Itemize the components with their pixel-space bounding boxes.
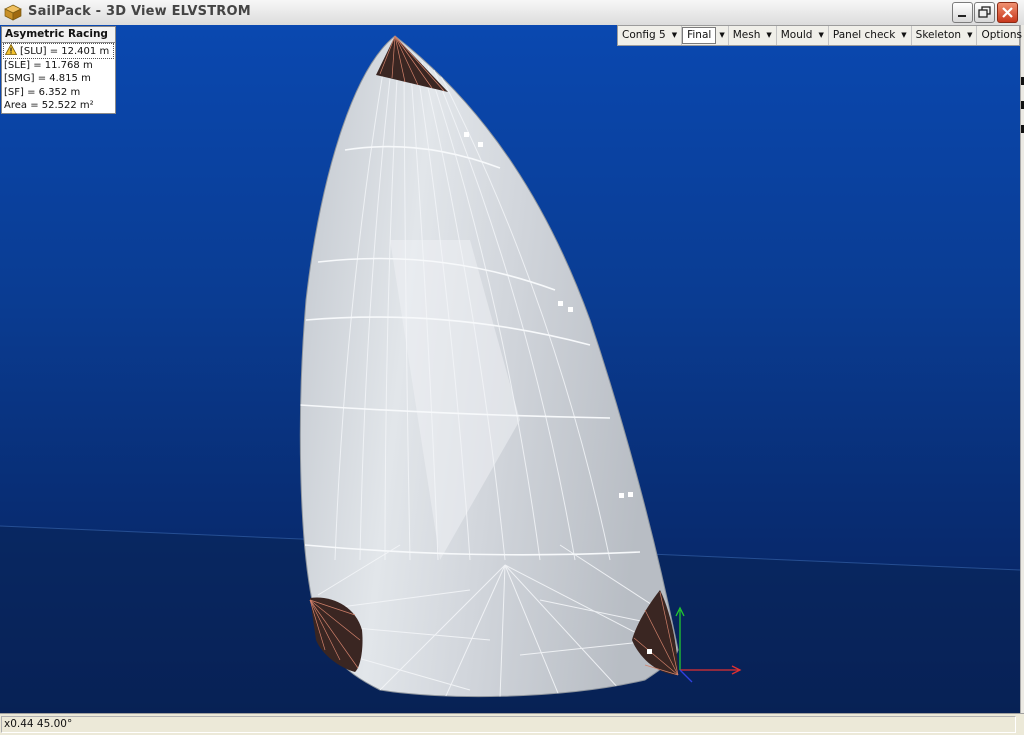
config-dropdown[interactable]: Config 5 ▼ <box>618 26 683 45</box>
minimize-button[interactable] <box>952 2 973 23</box>
close-icon <box>1002 7 1013 18</box>
mesh-label: Mesh <box>732 29 761 41</box>
restore-icon <box>978 6 991 18</box>
3d-viewport[interactable] <box>0 25 1020 713</box>
skeleton-label: Skeleton <box>915 29 962 41</box>
app-cube-icon <box>4 4 22 21</box>
sail-type-title: Asymetric Racing <box>2 27 115 43</box>
chevron-down-icon: ▼ <box>766 31 772 39</box>
minimize-icon <box>958 15 966 17</box>
close-button[interactable] <box>997 2 1018 23</box>
final-label: Final <box>687 29 712 41</box>
chevron-down-icon: ▼ <box>671 31 678 39</box>
sail-scene <box>0 35 1020 713</box>
skeleton-dropdown[interactable]: Skeleton ▼ <box>912 26 978 45</box>
panel-check-dropdown[interactable]: Panel check ▼ <box>829 26 912 45</box>
status-bar: x0.44 45.00° <box>0 713 1024 735</box>
panel-check-label: Panel check <box>832 29 896 41</box>
mould-label: Mould <box>780 29 813 41</box>
info-row-text: [SLU] = 12.401 m <box>20 46 110 57</box>
window-title: SailPack - 3D View ELVSTROM <box>28 4 251 19</box>
title-bar[interactable]: SailPack - 3D View ELVSTROM <box>0 0 1024 26</box>
mould-dropdown[interactable]: Mould ▼ <box>777 26 829 45</box>
options-dropdown[interactable]: Options▼ <box>977 26 1024 45</box>
right-edge-strip <box>1020 25 1024 713</box>
final-dropdown[interactable]: Final <box>682 27 717 44</box>
final-dropdown-arrow[interactable]: ▼ <box>716 26 729 45</box>
info-row-sle: [SLE] = 11.768 m <box>4 59 93 71</box>
chevron-down-icon: ▼ <box>818 31 824 39</box>
info-row-smg: [SMG] = 4.815 m <box>4 73 91 84</box>
options-label: Options <box>981 29 1022 41</box>
chevron-down-icon: ▼ <box>719 31 725 39</box>
view-toolbar: Config 5 ▼ Final ▼ Mesh ▼ Mould ▼ Panel che… <box>617 25 1022 46</box>
config-label: Config 5 <box>622 29 666 41</box>
zoom-angle-readout: x0.44 45.00° <box>1 716 1016 733</box>
restore-button[interactable] <box>974 2 995 23</box>
info-row-slu[interactable]: [SLU] = 12.401 m <box>3 43 114 59</box>
warning-icon <box>5 44 17 55</box>
info-row-area: Area = 52.522 m² <box>4 100 94 111</box>
chevron-down-icon: ▼ <box>901 31 907 39</box>
sail-info-panel: Asymetric Racing [SLU] = 12.401 m [SLE] … <box>1 26 116 114</box>
mesh-dropdown[interactable]: Mesh ▼ <box>729 26 777 45</box>
info-row-sf: [SF] = 6.352 m <box>4 86 81 98</box>
chevron-down-icon: ▼ <box>967 31 973 39</box>
